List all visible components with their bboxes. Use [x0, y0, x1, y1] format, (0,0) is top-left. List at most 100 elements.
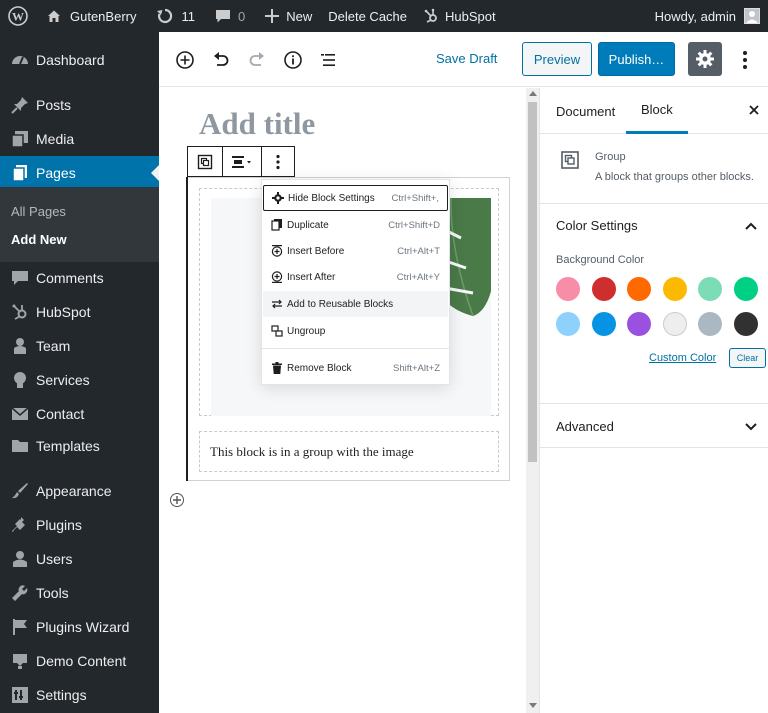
- custom-color-link[interactable]: Custom Color: [649, 352, 716, 364]
- menu-item-comments[interactable]: Comments: [0, 261, 159, 295]
- block-card-title: Group: [595, 151, 626, 163]
- menu-item-remove-block[interactable]: Remove Block Shift+Alt+Z: [263, 355, 448, 381]
- menu-item-pages[interactable]: Pages: [0, 156, 159, 190]
- updates-link[interactable]: 11: [148, 0, 203, 32]
- preview-button[interactable]: Preview: [522, 42, 592, 76]
- menu-item-hubspot[interactable]: HubSpot: [0, 295, 159, 329]
- clear-color-button[interactable]: Clear: [729, 348, 766, 368]
- menu-item-tools[interactable]: Tools: [0, 576, 159, 610]
- menu-item-hide-block-settings[interactable]: Hide Block Settings Ctrl+Shift+,: [263, 185, 448, 211]
- scrollbar-thumb[interactable]: [528, 102, 537, 462]
- menu-item-templates[interactable]: Templates: [0, 429, 159, 463]
- comments-count: 0: [237, 8, 246, 24]
- tab-document[interactable]: Document: [556, 88, 615, 134]
- alignment-button[interactable]: [223, 147, 261, 176]
- content-scrollbar[interactable]: [526, 88, 539, 713]
- advanced-panel-toggle[interactable]: Advanced: [556, 419, 614, 434]
- menu-label-media: Media: [36, 131, 75, 147]
- menu-item-demo-content[interactable]: Demo Content: [0, 644, 159, 678]
- post-title-input[interactable]: Add title: [199, 106, 315, 142]
- color-swatch[interactable]: [556, 277, 580, 301]
- submenu-all-pages[interactable]: All Pages: [11, 204, 66, 219]
- refresh-icon: [157, 8, 173, 24]
- tab-block[interactable]: Block: [626, 88, 688, 134]
- more-tools-button[interactable]: [735, 46, 755, 74]
- chevron-down-icon[interactable]: [744, 420, 758, 437]
- color-swatch[interactable]: [698, 312, 723, 336]
- new-content-link[interactable]: New: [257, 0, 320, 32]
- chevron-up-icon[interactable]: [744, 219, 758, 236]
- menu-label: Hide Block Settings: [288, 192, 375, 204]
- menu-item-team[interactable]: Team: [0, 329, 159, 363]
- close-sidebar-button[interactable]: [747, 103, 761, 117]
- site-name-link[interactable]: GutenBerry: [38, 0, 144, 32]
- menu-item-dashboard[interactable]: Dashboard: [0, 43, 159, 77]
- editor-header: Save Draft Preview Publish…: [159, 32, 768, 87]
- color-swatch[interactable]: [591, 312, 616, 336]
- add-block-button[interactable]: [171, 46, 199, 74]
- my-account-link[interactable]: Howdy, admin: [655, 8, 768, 24]
- background-color-label: Background Color: [556, 254, 645, 266]
- updates-count: 11: [181, 8, 195, 24]
- color-swatch[interactable]: [627, 277, 652, 301]
- hubspot-link[interactable]: HubSpot: [415, 0, 504, 32]
- wordpress-logo-icon[interactable]: W: [0, 0, 38, 32]
- color-swatch[interactable]: [662, 312, 687, 336]
- color-swatch[interactable]: [627, 312, 652, 336]
- color-swatch[interactable]: [734, 277, 758, 301]
- dashboard-icon: [0, 51, 36, 69]
- menu-item-media[interactable]: Media: [0, 122, 159, 156]
- editor-content: Add title This block is in a group with …: [159, 88, 526, 713]
- settings-toggle-button[interactable]: [688, 42, 722, 76]
- color-settings-panel-toggle[interactable]: Color Settings: [556, 218, 638, 233]
- scroll-up-arrow-icon[interactable]: [529, 91, 537, 96]
- scroll-down-arrow-icon[interactable]: [529, 703, 537, 708]
- menu-item-insert-after[interactable]: Insert After Ctrl+Alt+Y: [263, 264, 448, 290]
- paragraph-block[interactable]: This block is in a group with the image: [199, 431, 499, 472]
- menu-item-ungroup[interactable]: Ungroup: [263, 318, 448, 344]
- brush-icon: [0, 482, 36, 500]
- menu-shortcut: Ctrl+Shift+,: [391, 192, 439, 204]
- menu-item-users[interactable]: Users: [0, 542, 159, 576]
- menu-item-insert-before[interactable]: Insert Before Ctrl+Alt+T: [263, 238, 448, 264]
- menu-item-add-to-reusable-blocks[interactable]: Add to Reusable Blocks: [263, 291, 448, 317]
- align-center-icon: [232, 155, 251, 168]
- color-swatch[interactable]: [556, 312, 580, 336]
- add-circle-icon: [176, 51, 194, 69]
- menu-item-appearance[interactable]: Appearance: [0, 474, 159, 508]
- menu-item-posts[interactable]: Posts: [0, 88, 159, 122]
- menu-label-pages: Pages: [36, 165, 76, 181]
- block-card-description: A block that groups other blocks.: [595, 171, 754, 183]
- more-options-button[interactable]: [262, 147, 294, 176]
- block-type-button[interactable]: [188, 147, 222, 176]
- hubspot-label: HubSpot: [445, 8, 496, 24]
- menu-item-contact[interactable]: Contact: [0, 397, 159, 431]
- redo-button[interactable]: [243, 46, 271, 74]
- menu-label-tools: Tools: [36, 585, 69, 601]
- svg-text:W: W: [12, 10, 24, 24]
- media-icon: [0, 130, 36, 148]
- menu-item-plugins-wizard[interactable]: Plugins Wizard: [0, 610, 159, 644]
- save-draft-button[interactable]: Save Draft: [436, 51, 497, 66]
- menu-label-plugins: Plugins: [36, 517, 82, 533]
- block-navigation-button[interactable]: [314, 46, 342, 74]
- undo-button[interactable]: [207, 46, 235, 74]
- menu-label-posts: Posts: [36, 97, 72, 113]
- menu-shortcut: Ctrl+Alt+T: [397, 245, 440, 257]
- color-swatch[interactable]: [591, 277, 616, 301]
- menu-item-plugins[interactable]: Plugins: [0, 508, 159, 542]
- menu-item-settings[interactable]: Settings: [0, 678, 159, 712]
- submenu-add-new[interactable]: Add New: [11, 232, 67, 247]
- menu-item-services[interactable]: Services: [0, 363, 159, 397]
- block-inserter-button[interactable]: [170, 493, 184, 507]
- comments-link[interactable]: 0: [207, 0, 253, 32]
- content-info-button[interactable]: [279, 46, 307, 74]
- pages-submenu: All Pages Add New: [0, 187, 159, 262]
- color-swatch[interactable]: [734, 312, 758, 336]
- color-swatch[interactable]: [662, 277, 687, 301]
- delete-cache-link[interactable]: Delete Cache: [320, 0, 415, 32]
- color-swatch[interactable]: [698, 277, 723, 301]
- publish-button[interactable]: Publish…: [598, 42, 675, 76]
- reusable-block-icon: [267, 298, 287, 310]
- menu-item-duplicate[interactable]: Duplicate Ctrl+Shift+D: [263, 212, 448, 238]
